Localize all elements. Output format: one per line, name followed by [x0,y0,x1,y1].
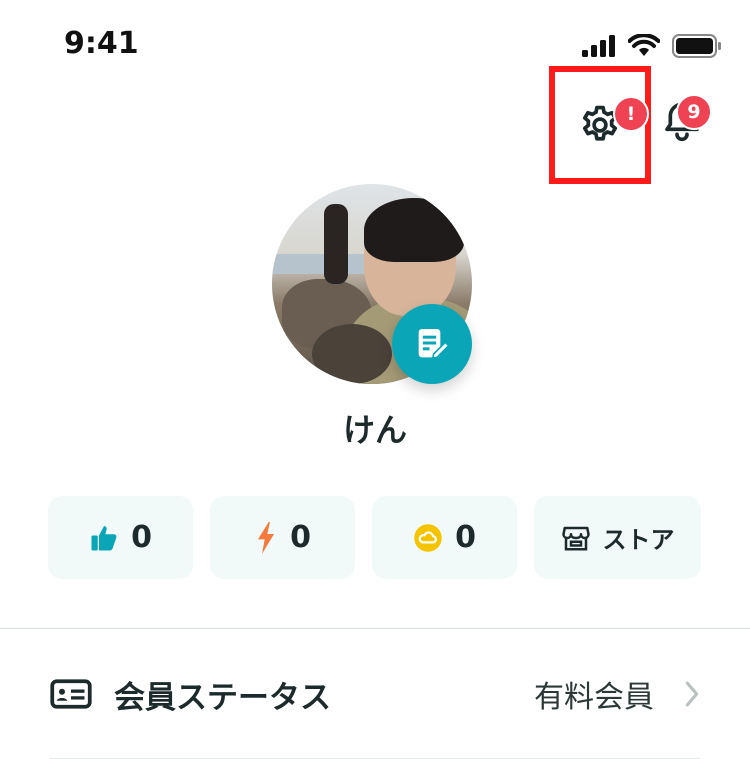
thumbs-up-icon [91,525,117,550]
header-actions: ! 9 [0,66,750,186]
wifi-icon [628,34,660,56]
settings-alert-badge: ! [613,96,649,132]
notifications-button[interactable]: 9 [652,86,712,156]
settings-button[interactable]: ! [549,66,651,184]
notifications-count-badge: 9 [676,94,712,130]
store-icon [561,526,590,550]
coins-count: 0 [455,520,476,555]
profile-name: けん [342,411,407,449]
energy-card[interactable]: 0 [210,496,355,579]
coins-card[interactable]: 0 [372,496,517,579]
member-status-row[interactable]: 会員ステータス 有料会員 [50,650,700,738]
status-icons [582,34,722,58]
coin-cloud-icon [414,523,442,552]
cellular-signal-icon [582,35,615,57]
likes-count: 0 [131,520,152,555]
store-button[interactable]: ストア [534,496,701,579]
edit-profile-icon [418,329,450,360]
member-card-icon [50,679,92,709]
stats-row: 0 0 0 ストア [48,496,701,579]
store-label: ストア [602,526,675,554]
energy-count: 0 [290,520,311,555]
edit-profile-button[interactable] [392,304,472,384]
member-status-label: 会員ステータス [114,679,331,716]
battery-icon [672,34,721,58]
member-status-value: 有料会員 [534,680,654,715]
profile-avatar-container [272,184,472,384]
section-divider [0,628,750,629]
status-time: 9:41 [64,26,139,61]
likes-card[interactable]: 0 [48,496,193,579]
lightning-icon [258,521,275,554]
chevron-right-icon [685,681,699,707]
